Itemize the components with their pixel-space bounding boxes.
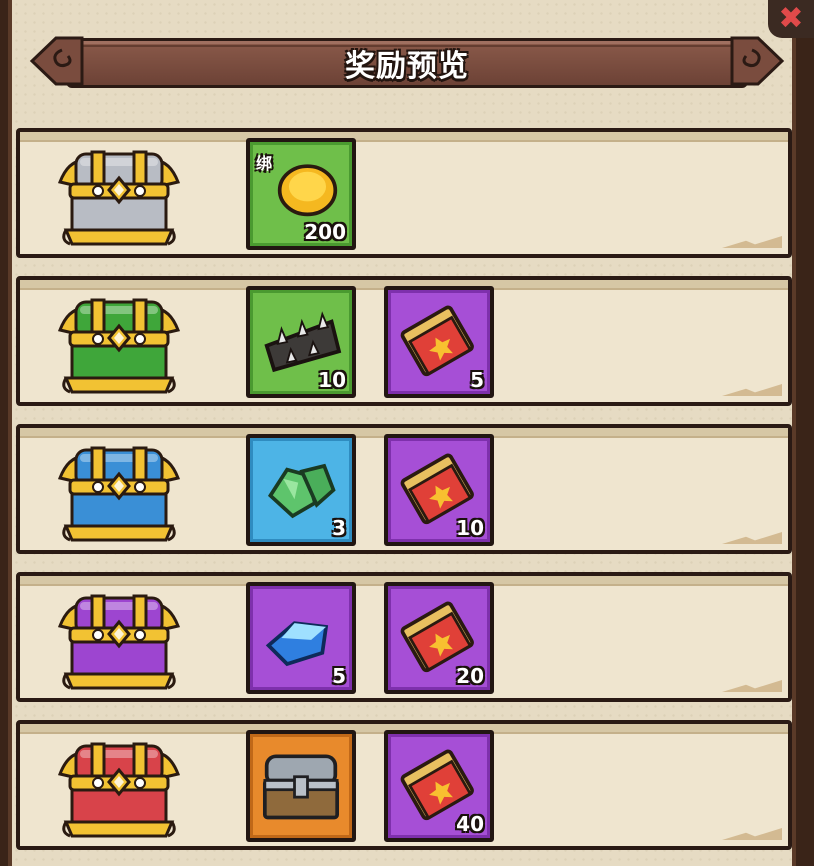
red-chest-icon [54,734,184,840]
reward-slot[interactable]: 5 [246,582,356,694]
reward-count: 10 [456,516,484,540]
reward-count: 10 [318,368,346,392]
close-icon: ✖ [778,1,804,36]
reward-count: 40 [456,812,484,836]
reward-count: 5 [332,664,346,688]
reward-count: 200 [304,220,346,244]
reward-slot[interactable]: 5 [384,286,494,398]
reward-slot[interactable]: 40 [384,730,494,842]
page-title: 奖励预览 [345,49,469,84]
reward-slot[interactable]: 20 [384,582,494,694]
reward-row: 3 10 [16,424,792,554]
reward-slot[interactable]: 绑 200 [246,138,356,250]
silver-chest-icon [54,142,184,248]
title-banner: 奖励预览 [26,32,788,90]
blue-chest-icon [54,438,184,544]
reward-count: 5 [470,368,484,392]
bound-tag: 绑 [256,154,273,173]
purple-chest-icon [54,586,184,692]
reward-row: 绑 200 [16,128,792,258]
green-chest-icon [54,290,184,396]
reward-count: 20 [456,664,484,688]
reward-row: 40 [16,720,792,850]
reward-row: 5 20 [16,572,792,702]
reward-slot[interactable]: 10 [384,434,494,546]
reward-row: 10 5 [16,276,792,406]
reward-slot[interactable]: 10 [246,286,356,398]
reward-slot[interactable]: 3 [246,434,356,546]
reward-count: 3 [332,516,346,540]
reward-slot[interactable] [246,730,356,842]
